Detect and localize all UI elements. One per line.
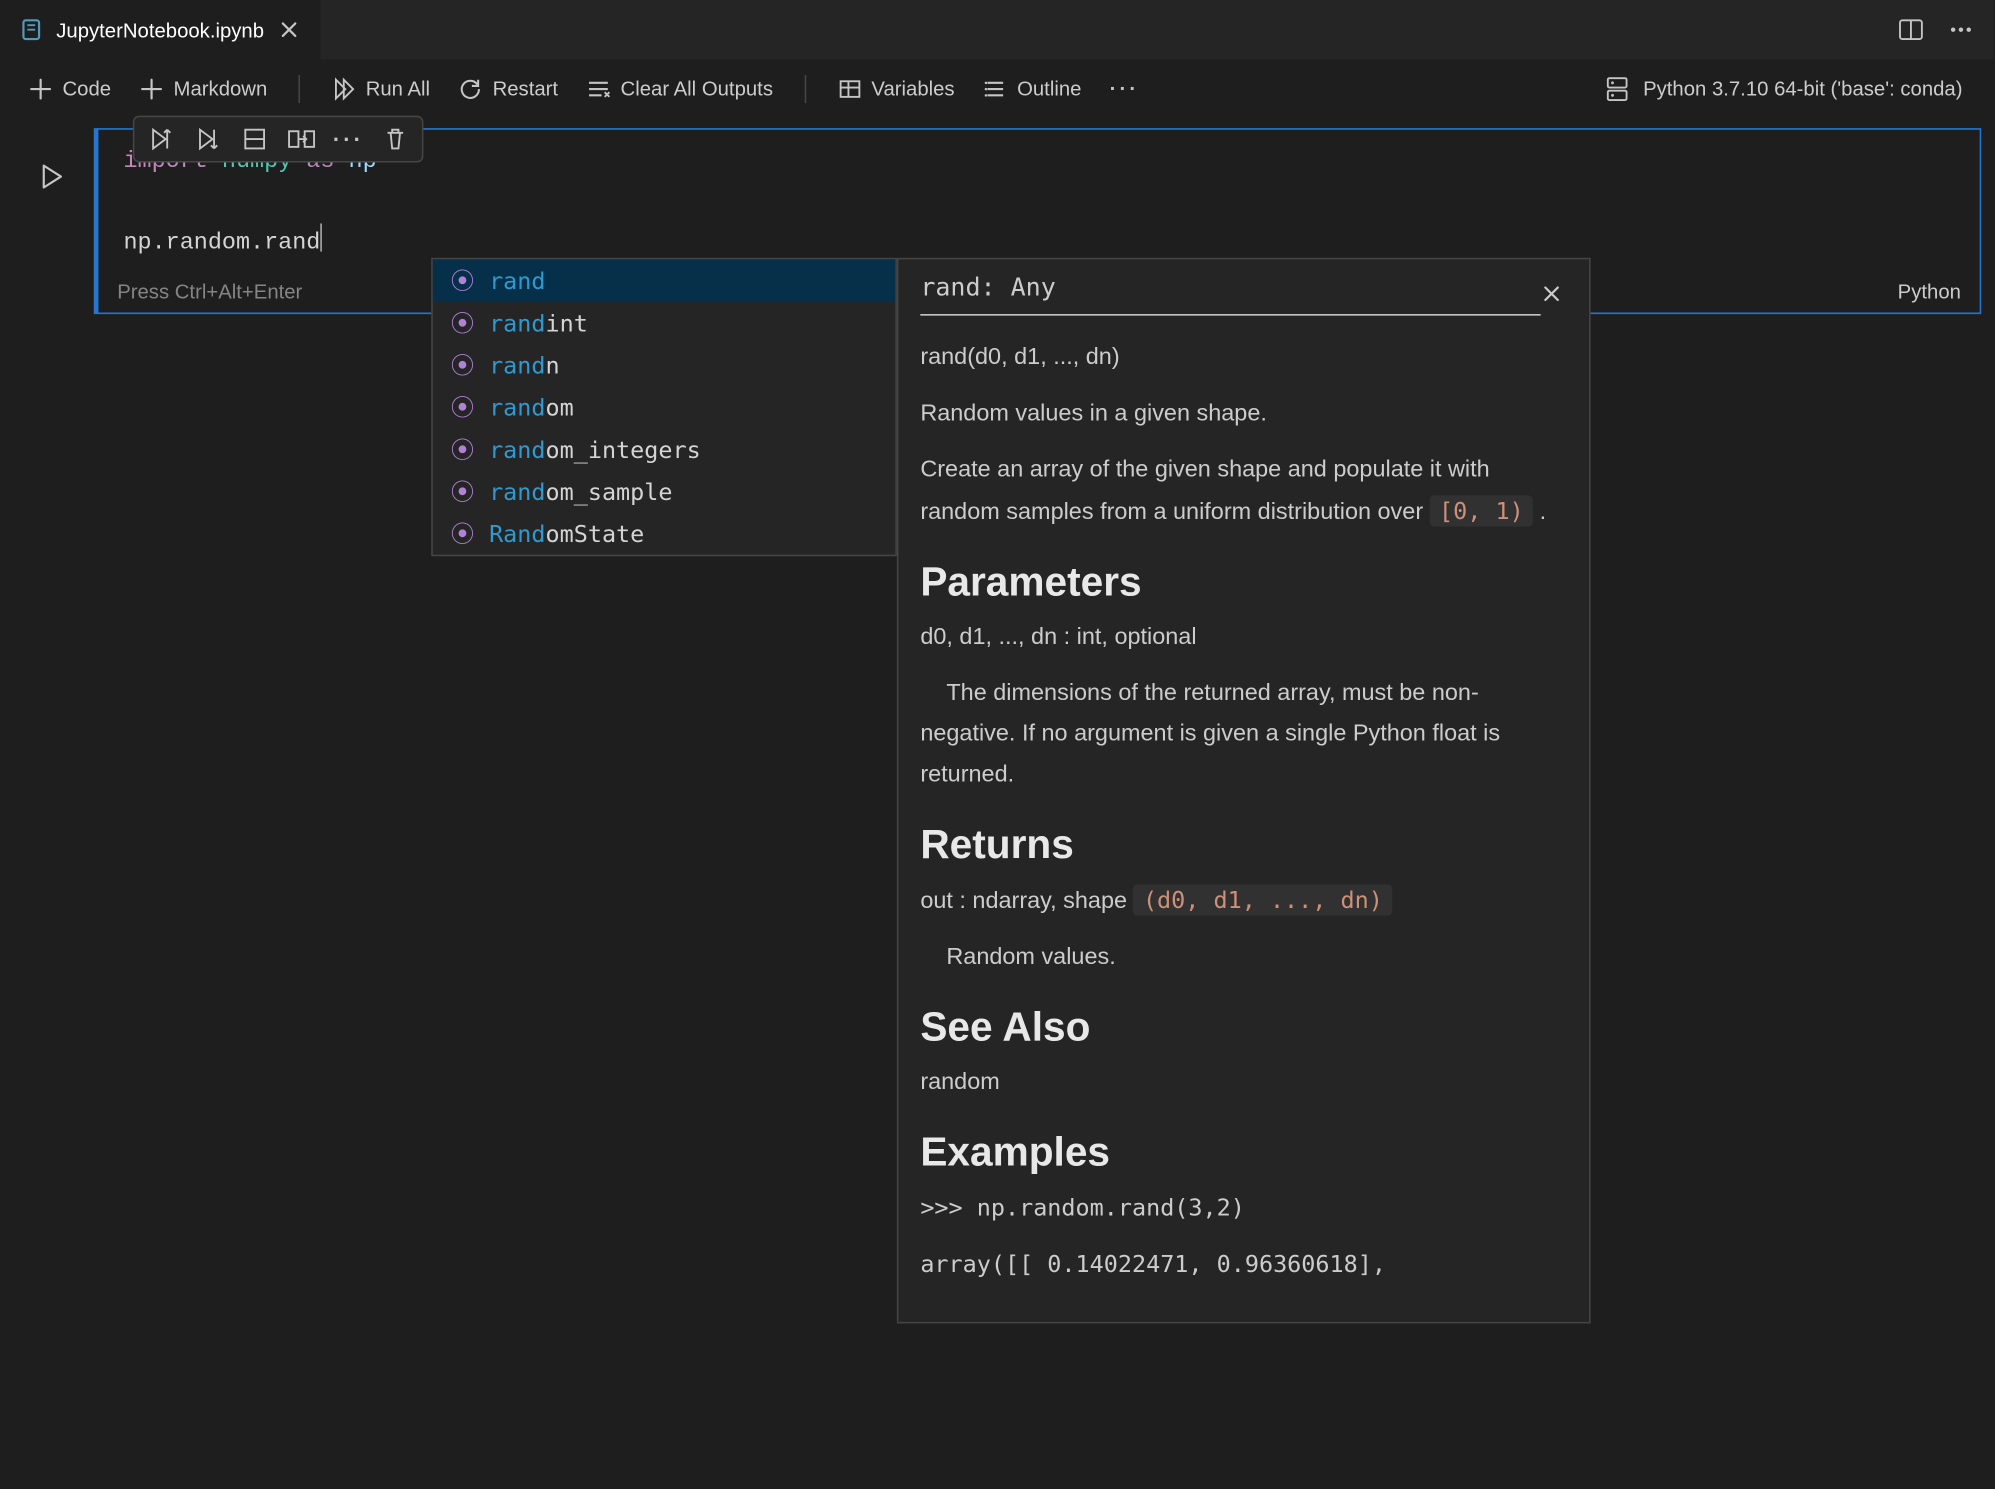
doc-signature: rand: Any [920,272,1055,314]
server-icon [1602,74,1630,102]
kernel-label: Python 3.7.10 64-bit ('base': conda) [1643,77,1962,100]
split-editor-icon[interactable] [1894,13,1928,47]
doc-heading-parameters: Parameters [920,561,1567,602]
doc-params-types: d0, d1, ..., dn : int, optional [920,617,1567,658]
outline-label: Outline [1017,77,1081,100]
tab-title: JupyterNotebook.ipynb [56,18,264,41]
doc-heading-examples: Examples [920,1131,1567,1172]
doc-code-chip: [0, 1) [1430,495,1533,526]
doc-call: rand(d0, d1, ..., dn) [920,338,1567,379]
variables-label: Variables [871,77,954,100]
doc-heading-seealso: See Also [920,1006,1567,1047]
text-cursor [320,223,322,251]
cell-more-actions-icon[interactable]: ··· [331,122,365,156]
close-doc-icon[interactable] [1536,277,1567,308]
more-actions-icon[interactable] [1944,13,1978,47]
doc-divider [920,314,1540,316]
run-cell-icon[interactable] [38,163,66,191]
toolbar-overflow-icon[interactable]: ··· [1100,70,1148,106]
doc-heading-returns: Returns [920,823,1567,864]
doc-summary: Random values in a given shape. [920,394,1567,435]
split-cell-icon[interactable] [238,122,272,156]
doc-body: rand(d0, d1, ..., dn) Random values in a… [920,338,1567,1285]
tab-jupyter-notebook[interactable]: JupyterNotebook.ipynb [0,0,322,59]
toolbar-separator [804,74,806,102]
plus-icon [139,76,164,101]
clear-outputs-button[interactable]: Clear All Outputs [577,70,783,108]
run-all-icon [331,76,356,101]
clear-outputs-label: Clear All Outputs [621,77,773,100]
suggest-item[interactable]: ⦿ random [433,386,896,428]
tab-bar: JupyterNotebook.ipynb [0,0,1994,59]
variables-icon [837,76,862,101]
outline-button[interactable]: Outline [973,70,1091,108]
symbol-method-icon: ⦿ [448,391,476,424]
doc-description: Create an array of the given shape and p… [920,450,1567,533]
doc-returns-desc: Random values. [920,938,1567,979]
add-code-label: Code [63,77,112,100]
suggest-item[interactable]: ⦿ randint [433,302,896,344]
add-code-cell-button[interactable]: Code [19,70,121,108]
change-cell-type-icon[interactable] [284,122,318,156]
cell-toolbar: ··· [133,116,424,163]
doc-code-chip: (d0, d1, ..., dn) [1134,884,1393,915]
editor-actions [1878,0,1994,59]
toolbar-separator [299,74,301,102]
notebook-cells-container: ··· import numpy as np np.random.rand Pr… [0,119,1994,314]
clear-outputs-icon [586,76,611,101]
symbol-method-icon: ⦿ [448,264,476,297]
suggest-item[interactable]: ⦿ randn [433,344,896,386]
plus-icon [28,76,53,101]
suggest-item[interactable]: ⦿ random_sample [433,470,896,512]
run-below-icon[interactable] [191,122,225,156]
outline-icon [983,76,1008,101]
doc-example-line: array([[ 0.14022471, 0.96360618], [920,1244,1567,1285]
delete-cell-icon[interactable] [378,122,412,156]
symbol-method-icon: ⦿ [448,433,476,466]
symbol-method-icon: ⦿ [448,306,476,339]
run-all-label: Run All [366,77,430,100]
restart-icon [458,76,483,101]
run-above-icon[interactable] [144,122,178,156]
doc-returns: out : ndarray, shape (d0, d1, ..., dn) [920,880,1567,922]
add-markdown-label: Markdown [174,77,268,100]
doc-params-desc: The dimensions of the returned array, mu… [920,673,1567,795]
variables-button[interactable]: Variables [828,70,964,108]
run-all-button[interactable]: Run All [322,70,440,108]
notebook-file-icon [19,17,44,42]
symbol-method-icon: ⦿ [448,475,476,508]
restart-button[interactable]: Restart [449,70,568,108]
cell-hint: Press Ctrl+Alt+Enter [117,280,302,303]
close-tab-icon[interactable] [277,17,302,42]
suggest-item[interactable]: ⦿ random_integers [433,428,896,470]
symbol-method-icon: ⦿ [448,348,476,381]
kernel-picker-button[interactable]: Python 3.7.10 64-bit ('base': conda) [1590,68,1975,109]
add-markdown-cell-button[interactable]: Markdown [130,70,277,108]
intellisense-doc-panel[interactable]: rand: Any rand(d0, d1, ..., dn) Random v… [897,258,1591,1324]
code-line: np.random.rand [123,230,320,257]
suggest-item[interactable]: ⦿ RandomState [433,513,896,555]
cell-language-button[interactable]: Python [1898,280,1961,303]
symbol-method-icon: ⦿ [448,517,476,550]
suggest-item[interactable]: ⦿ rand [433,259,896,301]
notebook-toolbar: Code Markdown Run All Restart Clear All … [0,59,1994,118]
doc-seealso: random [920,1063,1567,1104]
restart-label: Restart [493,77,558,100]
intellisense-suggest[interactable]: ⦿ rand ⦿ randint ⦿ randn ⦿ random ⦿ ra [431,258,897,556]
doc-example-line: >>> np.random.rand(3,2) [920,1188,1567,1229]
